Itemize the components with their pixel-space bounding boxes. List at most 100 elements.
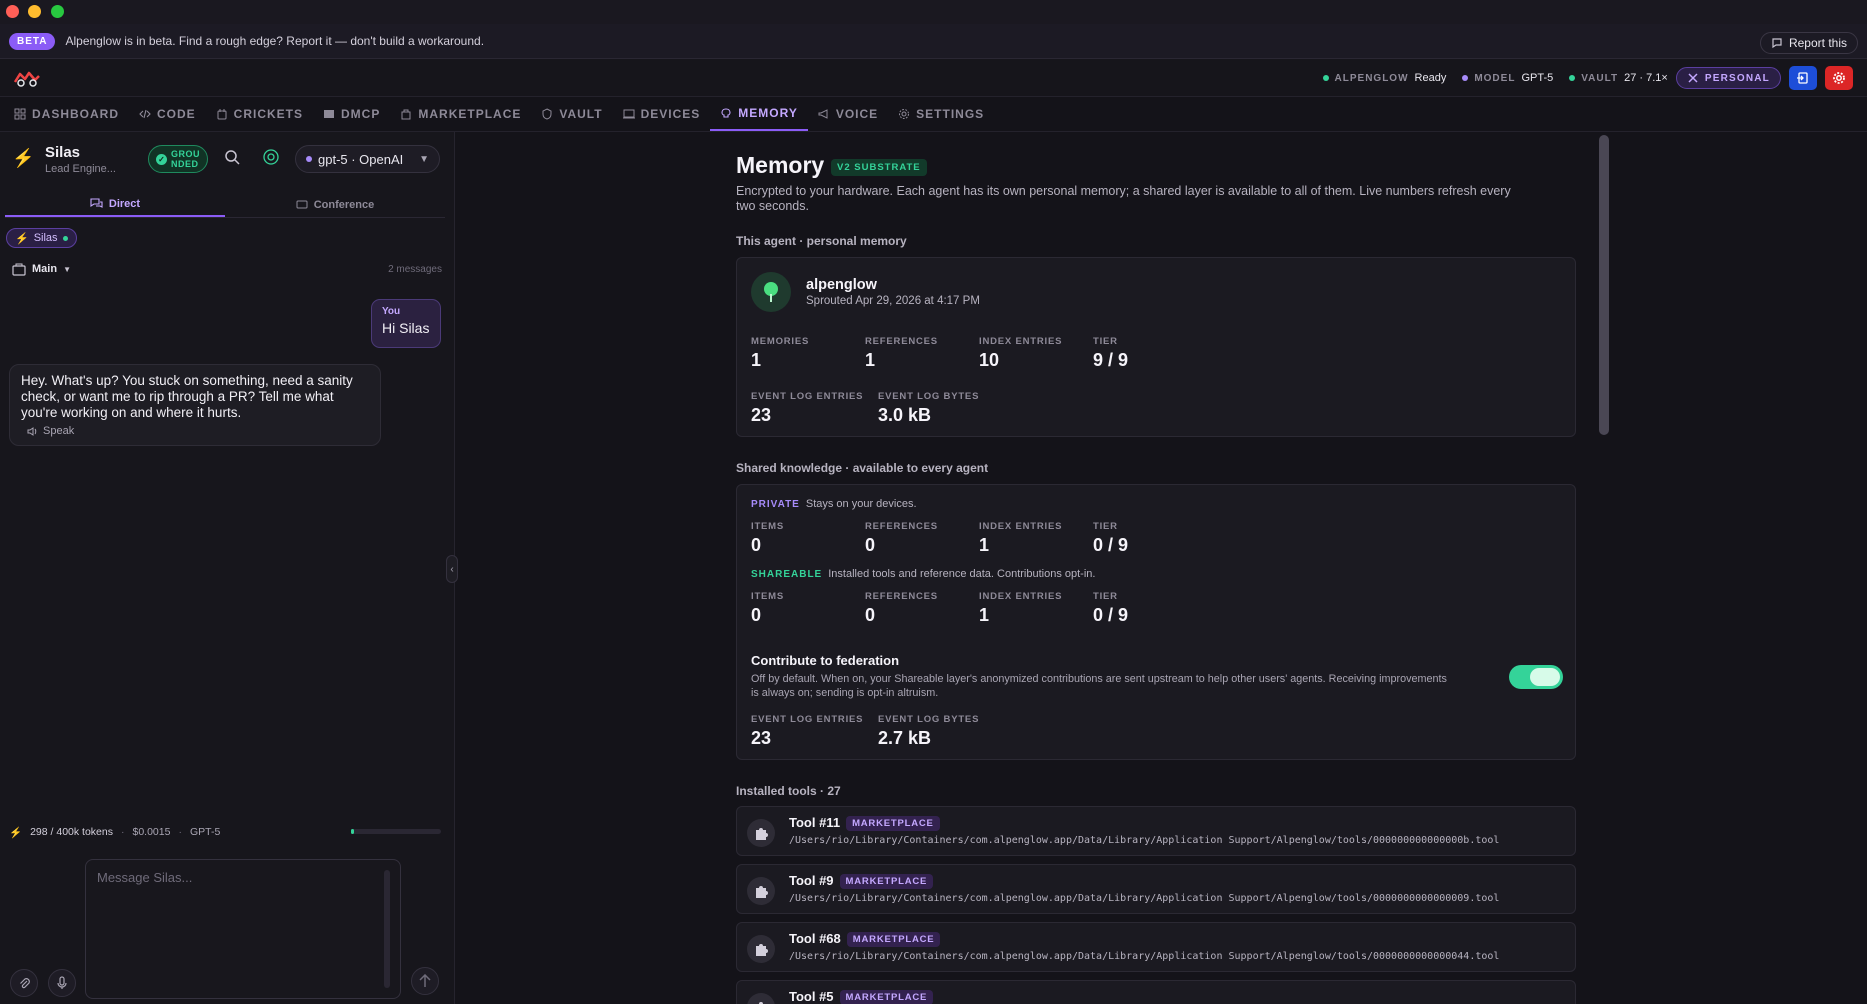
- puzzle-icon: [747, 935, 775, 963]
- tab-marketplace[interactable]: MARKETPLACE: [390, 97, 531, 131]
- minimize-window-button[interactable]: [28, 5, 41, 18]
- tool-item[interactable]: Tool #11 MARKETPLACE /Users/rio/Library/C…: [736, 806, 1576, 856]
- stat-memories: MEMORIES 1: [751, 336, 809, 371]
- shared-knowledge-card: PRIVATE Stays on your devices. ITEMS 0 RE…: [736, 484, 1576, 760]
- tab-voice[interactable]: VOICE: [808, 97, 888, 131]
- tab-label: DASHBOARD: [32, 107, 119, 121]
- chevron-down-icon[interactable]: ▼: [63, 265, 71, 274]
- sign-in-icon: [1797, 72, 1808, 84]
- private-items: ITEMS 0: [751, 521, 784, 556]
- grid-icon: [14, 108, 26, 120]
- grounding-target-icon[interactable]: [262, 148, 280, 166]
- tab-label: VOICE: [835, 107, 879, 121]
- content-scrollbar[interactable]: [1599, 135, 1609, 435]
- tab-settings[interactable]: SETTINGS: [888, 97, 994, 131]
- stat-event-log-entries: EVENT LOG ENTRIES 23: [751, 391, 863, 426]
- tool-item[interactable]: Tool #9 MARKETPLACE /Users/rio/Library/Co…: [736, 864, 1576, 914]
- shared-event-log-bytes: EVENT LOG BYTES 2.7 kB: [878, 714, 979, 749]
- tab-conference[interactable]: Conference: [225, 192, 445, 217]
- model-status: MODEL GPT-5: [1462, 72, 1553, 84]
- personal-mode-button[interactable]: PERSONAL: [1675, 67, 1781, 89]
- token-model: GPT-5: [189, 826, 221, 838]
- megaphone-icon: [818, 109, 828, 119]
- alpenglow-status: ALPENGLOW Ready: [1322, 72, 1446, 84]
- private-index-entries: INDEX ENTRIES 1: [979, 521, 1062, 556]
- assistant-message: Hey. What's up? You stuck on something, …: [9, 364, 381, 446]
- settings-gear-button[interactable]: [1825, 66, 1853, 90]
- tab-memory[interactable]: MEMORY: [710, 97, 808, 131]
- agent-chip[interactable]: ⚡ Silas: [6, 228, 77, 248]
- separator: ·: [120, 826, 125, 838]
- stat-label: INDEX ENTRIES: [979, 591, 1063, 602]
- gear-icon: [899, 109, 910, 119]
- grounded-label: GROU NDED: [171, 149, 200, 169]
- beta-badge: BETA: [9, 32, 56, 50]
- sign-in-button[interactable]: [1789, 66, 1817, 90]
- stat-label: EVENT LOG ENTRIES: [751, 391, 864, 402]
- shareable-index-entries: INDEX ENTRIES 1: [979, 591, 1062, 626]
- paperclip-icon: [19, 977, 30, 988]
- memory-agent-name: alpenglow: [806, 277, 877, 293]
- tab-devices[interactable]: DEVICES: [613, 97, 711, 131]
- tab-crickets[interactable]: CRICKETS: [206, 97, 313, 131]
- conference-icon: [296, 200, 308, 208]
- message-input[interactable]: Message Silas...: [85, 859, 401, 999]
- tab-direct[interactable]: Direct: [5, 192, 225, 217]
- grounded-badge[interactable]: ✓ GROU NDED: [148, 145, 208, 173]
- stat-label: TIER: [1093, 521, 1118, 532]
- report-button-label: Report this: [1788, 36, 1847, 50]
- tool-item[interactable]: Tool #68 MARKETPLACE /Users/rio/Library/C…: [736, 922, 1576, 972]
- send-button[interactable]: [411, 967, 439, 995]
- speak-button[interactable]: Speak: [27, 425, 369, 437]
- brain-icon: [721, 108, 731, 118]
- federation-title: Contribute to federation: [751, 653, 900, 668]
- status-dot-icon: [1322, 75, 1329, 81]
- tab-label: CODE: [157, 107, 196, 121]
- tab-vault[interactable]: VAULT: [531, 97, 612, 131]
- tool-name: Tool #11: [789, 815, 841, 830]
- speaker-icon: [27, 426, 37, 436]
- model-selector[interactable]: gpt-5 · OpenAI ▼: [295, 145, 440, 173]
- tab-label: DMCP: [341, 107, 381, 121]
- model-key: MODEL: [1474, 72, 1516, 84]
- tab-label: MEMORY: [738, 106, 798, 120]
- speak-label: Speak: [43, 425, 75, 437]
- stat-value: 1: [865, 350, 876, 370]
- zoom-window-button[interactable]: [51, 5, 64, 18]
- personal-memory-card: alpenglow Sprouted Apr 29, 2026 at 4:17 …: [736, 257, 1576, 437]
- stat-value: 2.7 kB: [878, 728, 932, 748]
- composer-scrollbar[interactable]: [384, 870, 390, 988]
- collapse-panel-handle[interactable]: ‹: [446, 555, 458, 583]
- thread-name[interactable]: Main: [32, 263, 57, 275]
- chat-icon: [90, 197, 103, 208]
- federation-toggle[interactable]: [1509, 665, 1563, 689]
- assistant-message-text: Hey. What's up? You stuck on something, …: [21, 373, 353, 420]
- message-count: 2 messages: [388, 263, 442, 275]
- tab-code[interactable]: CODE: [129, 97, 206, 131]
- page-title: Memory: [736, 152, 825, 178]
- attach-button[interactable]: [10, 969, 38, 997]
- model-dot-icon: [306, 156, 312, 162]
- stat-tier: TIER 9 / 9: [1093, 336, 1128, 371]
- marketplace-badge: MARKETPLACE: [846, 816, 940, 831]
- tab-dmcp[interactable]: DMCP: [313, 97, 390, 131]
- chat-mode-tabs: Direct Conference: [5, 192, 445, 218]
- tool-name-row: Tool #68 MARKETPLACE: [789, 931, 941, 947]
- puzzle-icon: [747, 819, 775, 847]
- stat-label: ITEMS: [751, 521, 785, 532]
- tool-name: Tool #9: [789, 873, 834, 888]
- report-button[interactable]: Report this: [1759, 32, 1858, 54]
- tool-item[interactable]: Tool #5 MARKETPLACE: [736, 980, 1576, 1004]
- model-value: GPT-5: [1521, 72, 1554, 84]
- microphone-button[interactable]: [48, 969, 76, 997]
- folder-icon: [12, 263, 26, 276]
- close-window-button[interactable]: [6, 5, 19, 18]
- shareable-references: REFERENCES 0: [865, 591, 938, 626]
- tab-dashboard[interactable]: DASHBOARD: [4, 97, 129, 131]
- private-references: REFERENCES 0: [865, 521, 938, 556]
- vault-key: VAULT: [1581, 72, 1619, 84]
- marketplace-badge: MARKETPLACE: [846, 932, 941, 947]
- search-icon[interactable]: [224, 149, 240, 165]
- beta-message: Alpenglow is in beta. Find a rough edge?…: [65, 34, 485, 48]
- main-nav: DASHBOARD CODE CRICKETS DMCP MARKETPLACE…: [0, 97, 1867, 132]
